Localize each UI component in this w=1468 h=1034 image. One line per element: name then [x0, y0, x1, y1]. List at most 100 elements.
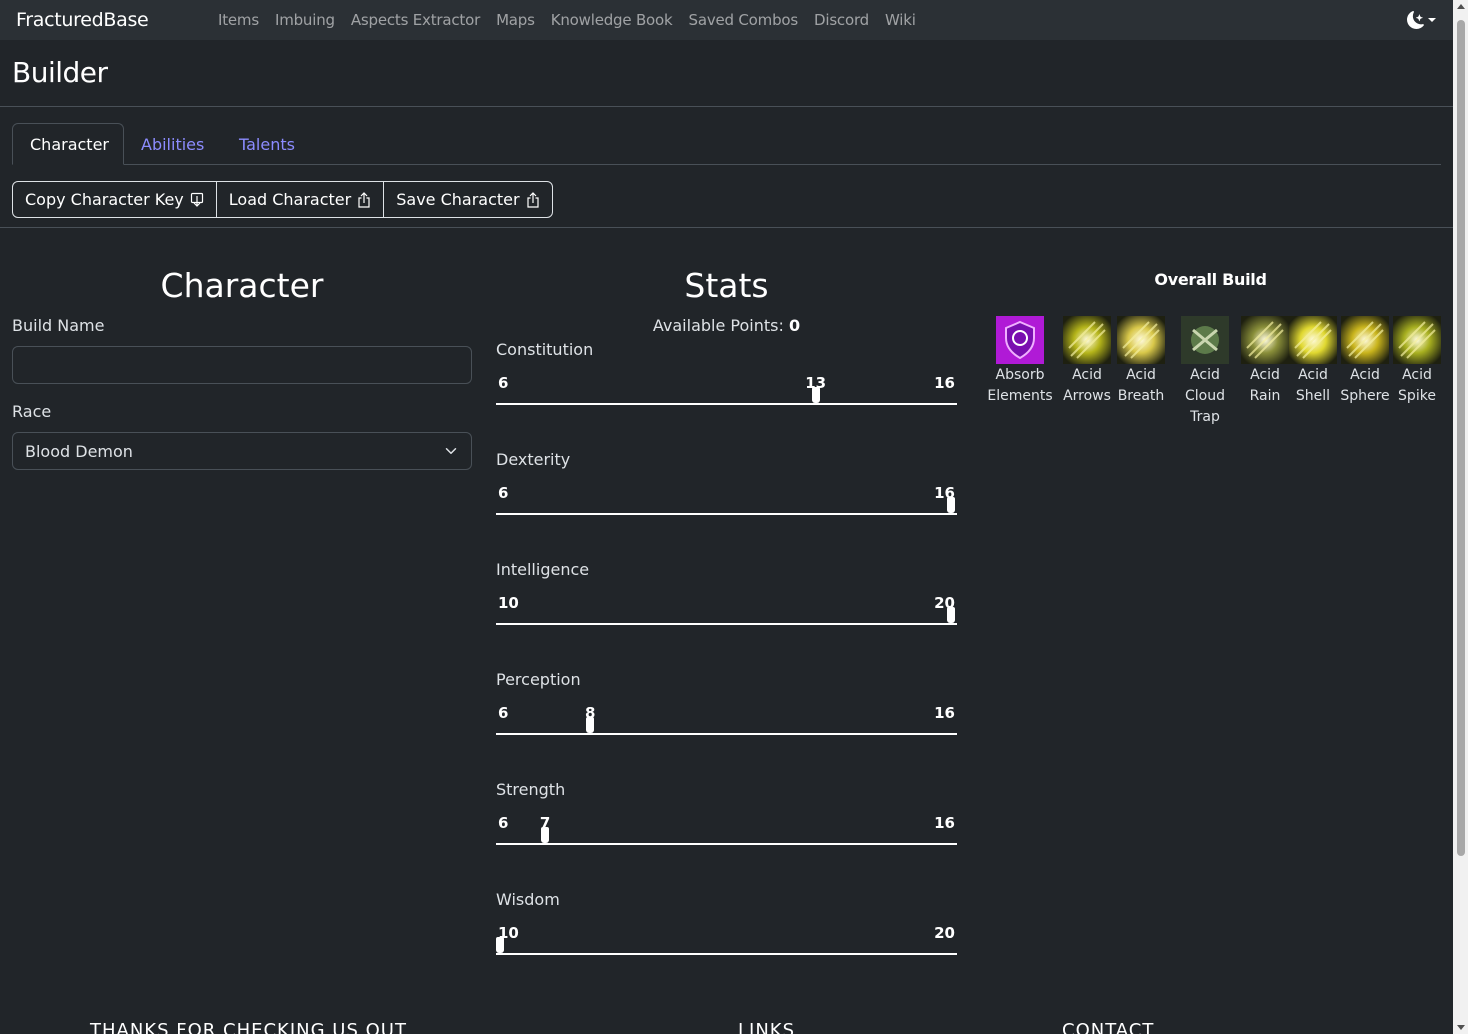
ability-name: Absorb Elements	[987, 365, 1052, 407]
stat-slider-thumb[interactable]	[541, 827, 550, 843]
available-points-label: Available Points:	[652, 316, 784, 335]
stat-label: Intelligence	[496, 560, 590, 579]
stat-min-value: 6	[498, 484, 509, 502]
box-arrow-up-icon	[358, 191, 370, 208]
stat-slider-track[interactable]	[496, 953, 957, 955]
stat-label: Perception	[496, 670, 581, 689]
divider	[0, 106, 1453, 107]
stat-min-value: 6	[498, 704, 509, 722]
ability-name-line: Breath	[1117, 388, 1165, 404]
race-label: Race	[12, 402, 52, 421]
build-name-label: Build Name	[12, 316, 105, 335]
ability-name: Acid Cloud Trap	[1185, 365, 1225, 428]
stat-max-value: 16	[934, 374, 955, 392]
race-select[interactable]: Blood Demon	[12, 432, 472, 470]
ability-name-line: Elements	[987, 388, 1053, 404]
ability-name-line: Acid	[1190, 367, 1220, 383]
tab-character[interactable]: Character	[12, 123, 124, 165]
clipboard-download-icon	[190, 192, 203, 207]
stat-slider-track[interactable]	[496, 623, 957, 625]
chevron-down-icon	[1428, 18, 1436, 22]
stat-dexterity: Dexterity 6 16	[496, 450, 957, 560]
scroll-down-icon[interactable]	[1457, 1025, 1465, 1030]
ability-name-line: Acid	[1402, 367, 1432, 383]
nav-link-items[interactable]: Items	[218, 11, 259, 29]
theme-toggle-button[interactable]	[1407, 10, 1439, 30]
ability-name-line: Trap	[1190, 409, 1220, 425]
build-name-input[interactable]	[12, 346, 472, 384]
tab-abilities[interactable]: Abilities	[124, 123, 221, 165]
stat-min-value: 10	[498, 594, 519, 612]
stat-max-value: 16	[934, 704, 955, 722]
nav-link-knowledge-book[interactable]: Knowledge Book	[551, 11, 673, 29]
stat-slider-track[interactable]	[496, 513, 957, 515]
nav-link-saved-combos[interactable]: Saved Combos	[689, 11, 799, 29]
nav-link-aspects-extractor[interactable]: Aspects Extractor	[351, 11, 480, 29]
character-section-title: Character	[160, 266, 324, 305]
box-arrow-up-icon	[526, 191, 539, 208]
stat-label: Dexterity	[496, 450, 571, 469]
divider	[0, 227, 1453, 228]
nav-link-imbuing[interactable]: Imbuing	[275, 11, 335, 29]
save-character-button[interactable]: Save Character	[384, 182, 551, 217]
copy-character-key-button[interactable]: Copy Character Key	[13, 182, 217, 217]
ability-name: Acid Spike	[1398, 365, 1436, 407]
stat-max-value: 16	[934, 814, 955, 832]
acid-cloud-trap-icon	[1181, 316, 1229, 364]
stat-min-value: 6	[498, 374, 509, 392]
nav-link-wiki[interactable]: Wiki	[885, 11, 916, 29]
moon-stars-icon	[1407, 11, 1424, 29]
nav-links: Items Imbuing Aspects Extractor Maps Kno…	[218, 11, 932, 29]
page-title: Builder	[12, 56, 108, 89]
available-points: Available Points: 0	[496, 316, 957, 335]
footer-links-heading: LINKS	[738, 1020, 796, 1034]
stat-slider-track[interactable]	[496, 403, 957, 405]
nav-link-maps[interactable]: Maps	[496, 11, 535, 29]
stat-wisdom: Wisdom 10 20	[496, 890, 957, 1000]
ability-name-line: Absorb	[995, 367, 1045, 383]
copy-character-key-label: Copy Character Key	[25, 190, 184, 209]
scroll-up-icon[interactable]	[1457, 4, 1465, 9]
save-character-label: Save Character	[396, 190, 520, 209]
ability-name-line: Acid	[1126, 367, 1156, 383]
stat-min-value: 6	[498, 814, 509, 832]
stat-slider-thumb[interactable]	[947, 607, 955, 623]
chevron-down-icon	[445, 448, 457, 454]
stat-label: Wisdom	[496, 890, 560, 909]
stat-slider-track[interactable]	[496, 733, 957, 735]
overall-build-title: Overall Build	[1154, 270, 1267, 289]
stat-perception: Perception 6 16 8	[496, 670, 957, 780]
scrollbar-thumb[interactable]	[1457, 20, 1465, 856]
stat-strength: Strength 6 16 7	[496, 780, 957, 890]
ability-item[interactable]: Acid Spike	[1377, 316, 1457, 407]
nav-link-discord[interactable]: Discord	[814, 11, 869, 29]
stat-label: Constitution	[496, 340, 594, 359]
available-points-value: 0	[788, 316, 801, 335]
stat-slider-thumb[interactable]	[586, 717, 595, 733]
stat-max-value: 20	[934, 924, 955, 942]
stat-constitution: Constitution 6 16 13	[496, 340, 957, 450]
footer-thanks-heading: THANKS FOR CHECKING US OUT	[90, 1020, 407, 1034]
tab-talents[interactable]: Talents	[222, 123, 312, 165]
ability-name-line: Spike	[1398, 388, 1436, 404]
stat-slider-thumb[interactable]	[947, 497, 955, 513]
stat-slider-track[interactable]	[496, 843, 957, 845]
stat-slider-thumb[interactable]	[811, 387, 820, 403]
ability-name-line: Cloud	[1185, 388, 1225, 404]
character-actions: Copy Character Key Load Character Save C…	[12, 181, 553, 218]
stat-label: Strength	[496, 780, 566, 799]
load-character-label: Load Character	[228, 190, 352, 209]
footer-contact-heading: CONTACT	[1062, 1020, 1155, 1034]
top-navbar: FracturedBase Items Imbuing Aspects Extr…	[0, 0, 1453, 40]
page-scrollbar[interactable]	[1453, 0, 1468, 1034]
stat-intelligence: Intelligence 10 20	[496, 560, 957, 670]
brand-logo[interactable]: FracturedBase	[16, 9, 149, 31]
stats-section-title: Stats	[684, 266, 769, 305]
stat-slider-thumb[interactable]	[496, 937, 504, 953]
load-character-button[interactable]: Load Character	[217, 182, 385, 217]
acid-spike-icon	[1393, 316, 1441, 364]
acid-breath-icon	[1117, 316, 1165, 364]
ability-name: Acid Breath	[1118, 365, 1165, 407]
absorb-elements-icon	[996, 316, 1044, 364]
race-selected-value: Blood Demon	[25, 441, 133, 461]
